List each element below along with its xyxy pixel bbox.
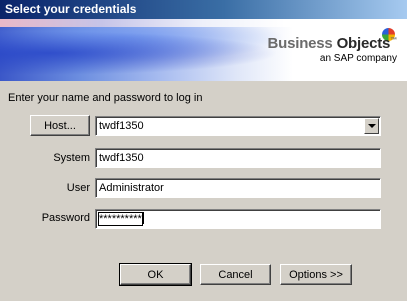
brand-subtitle: an SAP company: [319, 53, 397, 64]
user-field[interactable]: Administrator: [95, 178, 381, 198]
brand-name: Business Objects™: [267, 35, 397, 52]
system-label: System: [53, 152, 90, 164]
options-button[interactable]: Options >>: [280, 264, 352, 285]
dropdown-arrow-button[interactable]: [364, 118, 379, 134]
brand-banner: Business Objects™ an SAP company: [0, 19, 407, 81]
banner-stripe: [0, 19, 407, 27]
user-label: User: [66, 182, 90, 194]
window-title: Select your credentials: [5, 2, 137, 16]
password-label: Password: [41, 212, 90, 224]
chevron-down-icon: [367, 124, 376, 128]
password-field[interactable]: **********: [95, 209, 381, 229]
login-prompt: Enter your name and password to log in: [8, 92, 203, 104]
host-value: twdf1350: [99, 120, 144, 132]
title-bar: Select your credentials: [0, 0, 407, 19]
system-field[interactable]: twdf1350: [95, 148, 381, 168]
host-dropdown[interactable]: twdf1350: [95, 116, 381, 136]
cancel-button[interactable]: Cancel: [200, 264, 271, 285]
text-caret: [142, 212, 144, 224]
brand-logo: Business Objects™ an SAP company: [267, 35, 397, 64]
ok-button[interactable]: OK: [119, 263, 192, 286]
host-button[interactable]: Host...: [30, 115, 90, 136]
